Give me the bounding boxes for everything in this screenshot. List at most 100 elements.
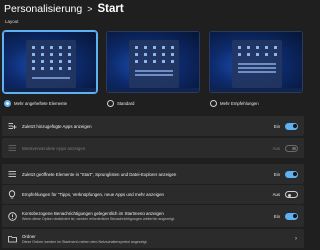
recommendation-preview (32, 77, 70, 79)
layout-option-label: Mehr Empfehlungen (220, 101, 259, 106)
breadcrumb-parent-link[interactable]: Personalisierung (4, 3, 82, 15)
taskbar-preview (4, 88, 96, 92)
app-tile-preview (144, 46, 147, 49)
app-tile-preview (135, 46, 138, 49)
app-tile-preview (41, 67, 44, 70)
app-tile-preview (238, 46, 241, 49)
toggle-state-text: Aus (272, 192, 280, 197)
recommendations-tips-toggle[interactable] (285, 191, 298, 198)
account-notifications-toggle[interactable] (285, 212, 298, 220)
setting-recently-added-apps[interactable]: Zuletzt hinzugefügte Apps anzeigen Ein (2, 116, 304, 136)
recommendation-preview (238, 71, 276, 73)
setting-recently-opened-items[interactable]: Zuletzt geöffnete Elemente in "Start", S… (2, 164, 304, 184)
app-tile-preview (41, 46, 44, 49)
recent-list-icon (2, 170, 22, 178)
radio-selected[interactable] (4, 100, 11, 107)
app-tile-preview (274, 53, 277, 56)
layout-radio-more-pins[interactable]: Mehr angeheftete Elemente (4, 100, 67, 107)
setting-description: Diese Ordner werden im Startmenü neben d… (22, 239, 148, 244)
layout-radio-more-recommendations[interactable]: Mehr Empfehlungen (210, 100, 259, 107)
recently-added-apps-toggle[interactable] (285, 122, 298, 130)
layout-radio-default[interactable]: Standard (107, 100, 134, 107)
layout-preview-default[interactable] (106, 31, 200, 93)
layout-options: Mehr angeheftete Elemente Standard Mehr … (2, 28, 304, 110)
app-tile-preview (162, 53, 165, 56)
app-tile-preview (68, 67, 71, 70)
app-tile-preview (41, 53, 44, 56)
folder-icon (2, 235, 22, 243)
app-tile-preview (135, 60, 138, 63)
setting-label: Meistverwendete Apps anzeigen (22, 145, 86, 151)
app-tile-preview (32, 53, 35, 56)
taskbar-preview (210, 88, 302, 92)
app-tile-preview (162, 60, 165, 63)
setting-account-notifications[interactable]: Kontobezogene Benachrichtigungen gelegen… (2, 205, 304, 227)
app-tile-preview (265, 46, 268, 49)
app-tile-preview (265, 53, 268, 56)
setting-label: Zuletzt geöffnete Elemente in "Start", S… (22, 171, 177, 177)
taskbar-preview (107, 88, 199, 92)
app-tile-preview (135, 53, 138, 56)
chevron-right-icon: › (295, 235, 297, 242)
page-title: Start (97, 3, 124, 15)
app-tile-preview (238, 53, 241, 56)
app-tile-preview (153, 46, 156, 49)
app-tile-preview (171, 46, 174, 49)
recently-opened-items-toggle[interactable] (285, 170, 298, 178)
setting-label: Kontobezogene Benachrichtigungen gelegen… (22, 211, 164, 216)
app-tile-preview (171, 60, 174, 63)
app-tile-preview (144, 53, 147, 56)
layout-section-title: Layout (5, 19, 19, 24)
setting-description: Wenn diese Option deaktiviert ist, werde… (22, 217, 175, 221)
app-tile-preview (59, 67, 62, 70)
radio-unselected[interactable] (210, 100, 217, 107)
app-tile-preview (59, 53, 62, 56)
app-tile-preview (256, 46, 259, 49)
toggle-state-text: Ein (273, 171, 280, 177)
app-tile-preview (171, 53, 174, 56)
app-tile-preview (59, 60, 62, 63)
account-notification-icon (2, 211, 22, 221)
toggle-state-text: Aus (272, 145, 280, 151)
toggle-state-text: Ein (273, 213, 280, 219)
lightbulb-icon (2, 190, 22, 199)
app-tile-preview (68, 53, 71, 56)
app-tile-preview (50, 46, 53, 49)
app-tile-preview (274, 46, 277, 49)
app-tile-preview (153, 53, 156, 56)
layout-preview-more-recommendations[interactable] (209, 31, 303, 93)
breadcrumb-separator: > (87, 4, 93, 14)
layout-option-label: Mehr angeheftete Elemente (14, 101, 68, 106)
app-tile-preview (59, 46, 62, 49)
setting-label: Zuletzt hinzugefügte Apps anzeigen (22, 123, 92, 129)
setting-label: Empfehlungen für "Tipps, Verknüpfungen, … (22, 192, 164, 197)
app-tile-preview (50, 67, 53, 70)
setting-most-used-apps: Meistverwendete Apps anzeigen Aus (2, 138, 304, 158)
start-menu-preview (232, 40, 282, 88)
app-tile-preview (247, 46, 250, 49)
setting-folders[interactable]: Ordner Diese Ordner werden im Startmenü … (2, 229, 304, 248)
app-tile-preview (162, 46, 165, 49)
app-tile-preview (32, 67, 35, 70)
most-used-apps-toggle (285, 144, 298, 152)
layout-preview-more-pins[interactable] (2, 30, 98, 94)
setting-recommendations-tips[interactable]: Empfehlungen für "Tipps, Verknüpfungen, … (2, 185, 304, 204)
app-tile-preview (247, 53, 250, 56)
app-tile-preview (50, 53, 53, 56)
list-plus-icon (2, 122, 22, 130)
breadcrumb: Personalisierung > Start (4, 1, 124, 17)
radio-unselected[interactable] (107, 100, 114, 107)
app-tile-preview (68, 46, 71, 49)
start-menu-preview (26, 40, 76, 88)
recommendation-preview (238, 67, 276, 69)
app-tile-preview (32, 46, 35, 49)
start-menu-preview (129, 40, 179, 88)
toggle-state-text: Ein (273, 123, 280, 129)
recommendation-preview (135, 70, 173, 72)
layout-option-label: Standard (117, 101, 135, 106)
app-tile-preview (256, 53, 259, 56)
app-tile-preview (144, 60, 147, 63)
setting-label: Ordner (22, 233, 36, 239)
recommendation-preview (135, 74, 173, 76)
list-icon (2, 144, 22, 152)
